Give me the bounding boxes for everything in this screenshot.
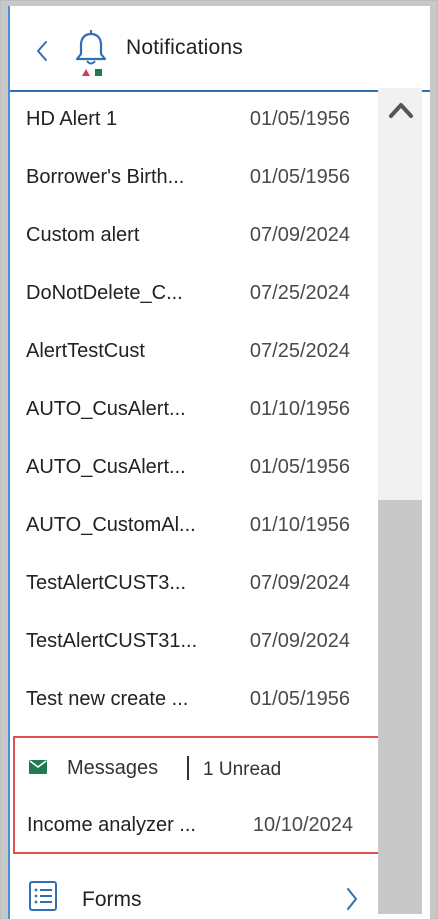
chevron-left-icon: [37, 41, 47, 61]
notification-date: 01/05/1956: [249, 107, 350, 130]
notification-name: AlertTestCust: [26, 339, 145, 362]
list-item[interactable]: AUTO_CusAlert... 01/05/1956: [10, 438, 386, 496]
list-item[interactable]: AlertTestCust 07/25/2024: [10, 322, 386, 380]
forms-item[interactable]: Forms: [10, 864, 388, 919]
notification-name: TestAlertCUST3...: [26, 571, 187, 594]
notification-date: 07/09/2024: [249, 629, 350, 652]
back-button[interactable]: [32, 36, 52, 66]
notification-date: 07/25/2024: [249, 281, 350, 304]
page-title: Notifications: [126, 36, 243, 59]
notification-date: 01/10/1956: [249, 397, 350, 420]
message-date: 10/10/2024: [252, 814, 353, 836]
notification-name: AUTO_CusAlert...: [26, 455, 186, 478]
notification-date: 01/05/1956: [249, 165, 350, 188]
messages-title: Messages: [67, 757, 159, 779]
notification-list: HD Alert 1 01/05/1956 Borrower's Birth..…: [10, 94, 386, 732]
list-item[interactable]: TestAlertCUST31... 07/09/2024: [10, 612, 386, 670]
message-name: Income analyzer ...: [27, 814, 196, 836]
notification-name: AUTO_CusAlert...: [26, 397, 186, 420]
notification-date: 01/05/1956: [249, 687, 350, 710]
notification-name: DoNotDelete_C...: [26, 281, 183, 304]
notification-date: 07/25/2024: [249, 339, 350, 362]
list-item[interactable]: TestAlertCUST3... 07/09/2024: [10, 554, 386, 612]
list-item[interactable]: Custom alert 07/09/2024: [10, 206, 386, 264]
panel-header: Notifications: [10, 6, 430, 92]
list-item[interactable]: AUTO_CusAlert... 01/10/1956: [10, 380, 386, 438]
notifications-panel: Notifications HD Alert 1 01/05/1956 Borr…: [8, 6, 430, 919]
notification-name: Custom alert: [26, 223, 140, 246]
unread-count: 1 Unread: [203, 759, 282, 780]
scrollbar-thumb[interactable]: [378, 88, 422, 500]
messages-header[interactable]: Messages 1 Unread: [15, 738, 379, 798]
chevron-up-icon: [389, 103, 413, 118]
notification-date: 07/09/2024: [249, 223, 350, 246]
list-item[interactable]: Test new create ... 01/05/1956: [10, 670, 386, 728]
messages-section: Messages 1 Unread Income analyzer ... 10…: [13, 736, 381, 854]
list-item[interactable]: Borrower's Birth... 01/05/1956: [10, 148, 386, 206]
list-item[interactable]: AUTO_CustomAl... 01/10/1956: [10, 496, 386, 554]
notification-name: HD Alert 1: [26, 107, 118, 130]
notification-name: Test new create ...: [26, 687, 189, 710]
bell-icon: [74, 29, 108, 82]
notification-date: 01/05/1956: [249, 455, 350, 478]
notification-name: TestAlertCUST31...: [26, 629, 198, 652]
scrollbar[interactable]: [378, 88, 422, 914]
notification-name: Borrower's Birth...: [26, 165, 185, 188]
list-item[interactable]: DoNotDelete_C... 07/25/2024: [10, 264, 386, 322]
form-list-icon: [29, 881, 57, 911]
divider: [187, 756, 189, 780]
chevron-right-icon: [347, 888, 357, 910]
notification-date: 01/10/1956: [249, 513, 350, 536]
mail-icon: [29, 760, 47, 774]
notification-name: AUTO_CustomAl...: [26, 513, 196, 536]
list-item[interactable]: HD Alert 1 01/05/1956: [10, 94, 386, 148]
scroll-up-button[interactable]: [388, 100, 414, 120]
message-item[interactable]: Income analyzer ... 10/10/2024: [15, 800, 379, 854]
forms-label: Forms: [82, 888, 142, 911]
notification-date: 07/09/2024: [249, 571, 350, 594]
